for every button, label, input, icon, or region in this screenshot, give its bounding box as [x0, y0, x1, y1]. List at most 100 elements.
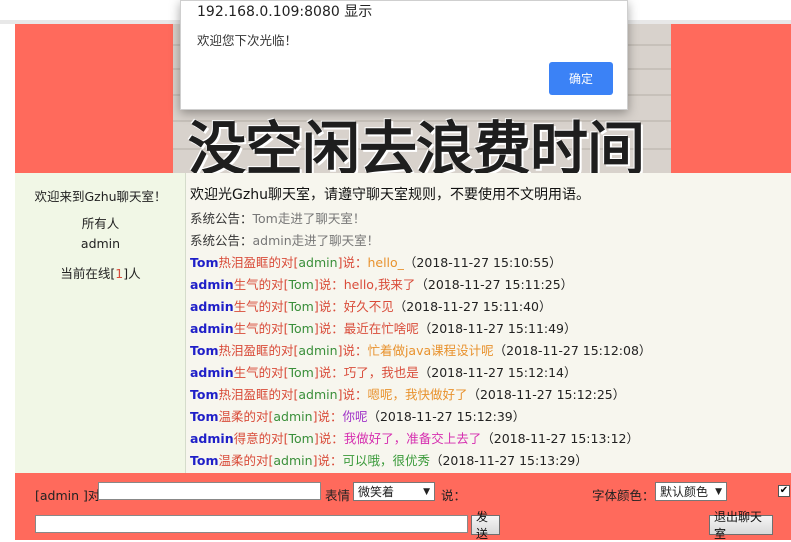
online-users-panel: 欢迎来到Gzhu聊天室！ 所有人 admin 当前在线[1]人: [15, 173, 186, 473]
target-user-input[interactable]: [98, 482, 321, 500]
to-word: 的对[: [268, 255, 299, 270]
font-color-select[interactable]: 默认颜色 ▼: [655, 482, 727, 501]
said-word: ]说：: [312, 409, 343, 424]
system-message: 系统公告：admin走进了聊天室！: [190, 232, 379, 250]
online-count-text: 当前在线[1]人: [15, 263, 186, 282]
online-prefix: 当前在线[: [60, 266, 116, 281]
sender-name: admin: [190, 431, 234, 446]
said-word: ]说：: [312, 453, 343, 468]
chat-message: admin生气的对[Tom]说：hello,我来了（2018-11-27 15:…: [190, 276, 573, 294]
message-text: 我做好了，准备交上去了: [343, 431, 482, 446]
message-time: （2018-11-27 15:12:14）: [418, 365, 577, 380]
dialog-ok-button[interactable]: 确定: [549, 62, 613, 95]
message-time: （2018-11-27 15:11:25）: [415, 277, 574, 292]
chat-message: Tom热泪盈眶的对[admin]说：hello_（2018-11-27 15:1…: [190, 254, 562, 272]
chat-message: Tom温柔的对[admin]说：你呢（2018-11-27 15:12:39）: [190, 408, 525, 426]
user-item-admin[interactable]: admin: [15, 236, 186, 251]
chat-message: admin生气的对[Tom]说：巧了，我也是（2018-11-27 15:12:…: [190, 364, 577, 382]
mood-text: 生气: [233, 299, 259, 314]
user-item-all[interactable]: 所有人: [15, 213, 186, 232]
message-text: 忙着做java课程设计呢: [367, 343, 494, 358]
mood-text: 热泪盈眶: [218, 387, 269, 402]
chat-message: Tom热泪盈眶的对[admin]说：忙着做java课程设计呢（2018-11-2…: [190, 342, 651, 360]
sender-name: Tom: [190, 343, 219, 358]
sender-name: admin: [190, 299, 234, 314]
system-text: admin走进了聊天室！: [252, 233, 380, 248]
message-text: 好久不见: [343, 299, 394, 314]
said-word: ]说：: [337, 343, 368, 358]
font-color-value: 默认颜色: [660, 485, 709, 499]
said-word: ]说：: [313, 431, 344, 446]
target-name: Tom: [288, 299, 314, 314]
to-word: 的对[: [258, 365, 289, 380]
to-word: 的对[: [258, 431, 289, 446]
target-name: admin: [298, 387, 338, 402]
target-name: admin: [298, 255, 338, 270]
said-word: ]说：: [313, 365, 344, 380]
mood-text: 生气: [233, 321, 259, 336]
message-time: （2018-11-27 15:12:25）: [467, 387, 626, 402]
chat-message: Tom热泪盈眶的对[admin]说：嗯呢，我快做好了（2018-11-27 15…: [190, 386, 625, 404]
message-time: （2018-11-27 15:11:49）: [418, 321, 577, 336]
mood-text: 得意: [233, 431, 259, 446]
target-name: Tom: [288, 321, 314, 336]
option-checkbox[interactable]: ✔: [778, 485, 790, 497]
mood-text: 热泪盈眶: [218, 255, 269, 270]
system-label: 系统公告：: [190, 233, 253, 248]
mood-text: 热泪盈眶: [218, 343, 269, 358]
chat-messages-panel: 欢迎光Gzhu聊天室，请遵守聊天室规则，不要使用不文明用语。 系统公告：Tom走…: [186, 173, 791, 473]
to-word: 的对[: [268, 387, 299, 402]
sender-name: Tom: [190, 453, 219, 468]
mood-text: 生气: [233, 365, 259, 380]
mood-text: 温柔: [218, 453, 244, 468]
target-name: admin: [273, 409, 313, 424]
alert-dialog: 192.168.0.109:8080 显示 欢迎您下次光临！ 确定: [180, 0, 628, 110]
target-name: Tom: [288, 277, 314, 292]
message-time: （2018-11-27 15:10:55）: [403, 255, 562, 270]
message-text: hello,我来了: [343, 277, 416, 292]
message-text: 嗯呢，我快做好了: [367, 387, 468, 402]
chat-message: Tom温柔的对[admin]说：可以哦，很优秀（2018-11-27 15:13…: [190, 452, 588, 470]
message-text: 巧了，我也是: [343, 365, 419, 380]
chat-message: admin生气的对[Tom]说：最近在忙啥呢（2018-11-27 15:11:…: [190, 320, 577, 338]
message-time: （2018-11-27 15:13:29）: [429, 453, 588, 468]
message-text: 最近在忙啥呢: [343, 321, 419, 336]
mood-text: 生气: [233, 277, 259, 292]
sidebar-welcome: 欢迎来到Gzhu聊天室！: [34, 189, 167, 204]
send-button[interactable]: 发送: [471, 510, 500, 541]
sender-label: [admin ]对: [35, 488, 101, 503]
target-name: admin: [273, 453, 313, 468]
said-word: ]说：: [337, 387, 368, 402]
to-word: 的对[: [243, 453, 274, 468]
said-word: ]说：: [313, 299, 344, 314]
message-input[interactable]: [35, 515, 468, 533]
message-time: （2018-11-27 15:11:40）: [393, 299, 552, 314]
said-word: ]说：: [313, 321, 344, 336]
message-text: hello_: [367, 255, 404, 270]
say-label: 说：: [441, 488, 467, 503]
chevron-down-icon: ▼: [423, 486, 430, 497]
expression-select[interactable]: 微笑着 ▼: [353, 482, 435, 501]
chat-rules-header: 欢迎光Gzhu聊天室，请遵守聊天室规则，不要使用不文明用语。: [190, 187, 590, 203]
said-word: ]说：: [313, 277, 344, 292]
to-word: 的对[: [258, 321, 289, 336]
chat-message: admin生气的对[Tom]说：好久不见（2018-11-27 15:11:40…: [190, 298, 552, 316]
sender-name: Tom: [190, 387, 219, 402]
message-time: （2018-11-27 15:12:08）: [493, 343, 652, 358]
message-text: 可以哦，很优秀: [342, 453, 430, 468]
said-word: ]说：: [337, 255, 368, 270]
message-time: （2018-11-27 15:12:39）: [367, 409, 526, 424]
to-word: 的对[: [268, 343, 299, 358]
system-message: 系统公告：Tom走进了聊天室！: [190, 210, 365, 228]
dialog-message: 欢迎您下次光临！: [197, 33, 298, 48]
target-name: Tom: [288, 431, 314, 446]
exit-chatroom-button[interactable]: 退出聊天室: [709, 510, 773, 541]
font-color-label: 字体颜色：: [592, 488, 655, 503]
system-text: Tom走进了聊天室！: [252, 211, 366, 226]
sender-name: admin: [190, 365, 234, 380]
online-suffix: ]人: [123, 266, 141, 281]
sender-name: admin: [190, 321, 234, 336]
to-word: 的对[: [258, 299, 289, 314]
to-word: 的对[: [258, 277, 289, 292]
chevron-down-icon: ▼: [715, 486, 722, 497]
